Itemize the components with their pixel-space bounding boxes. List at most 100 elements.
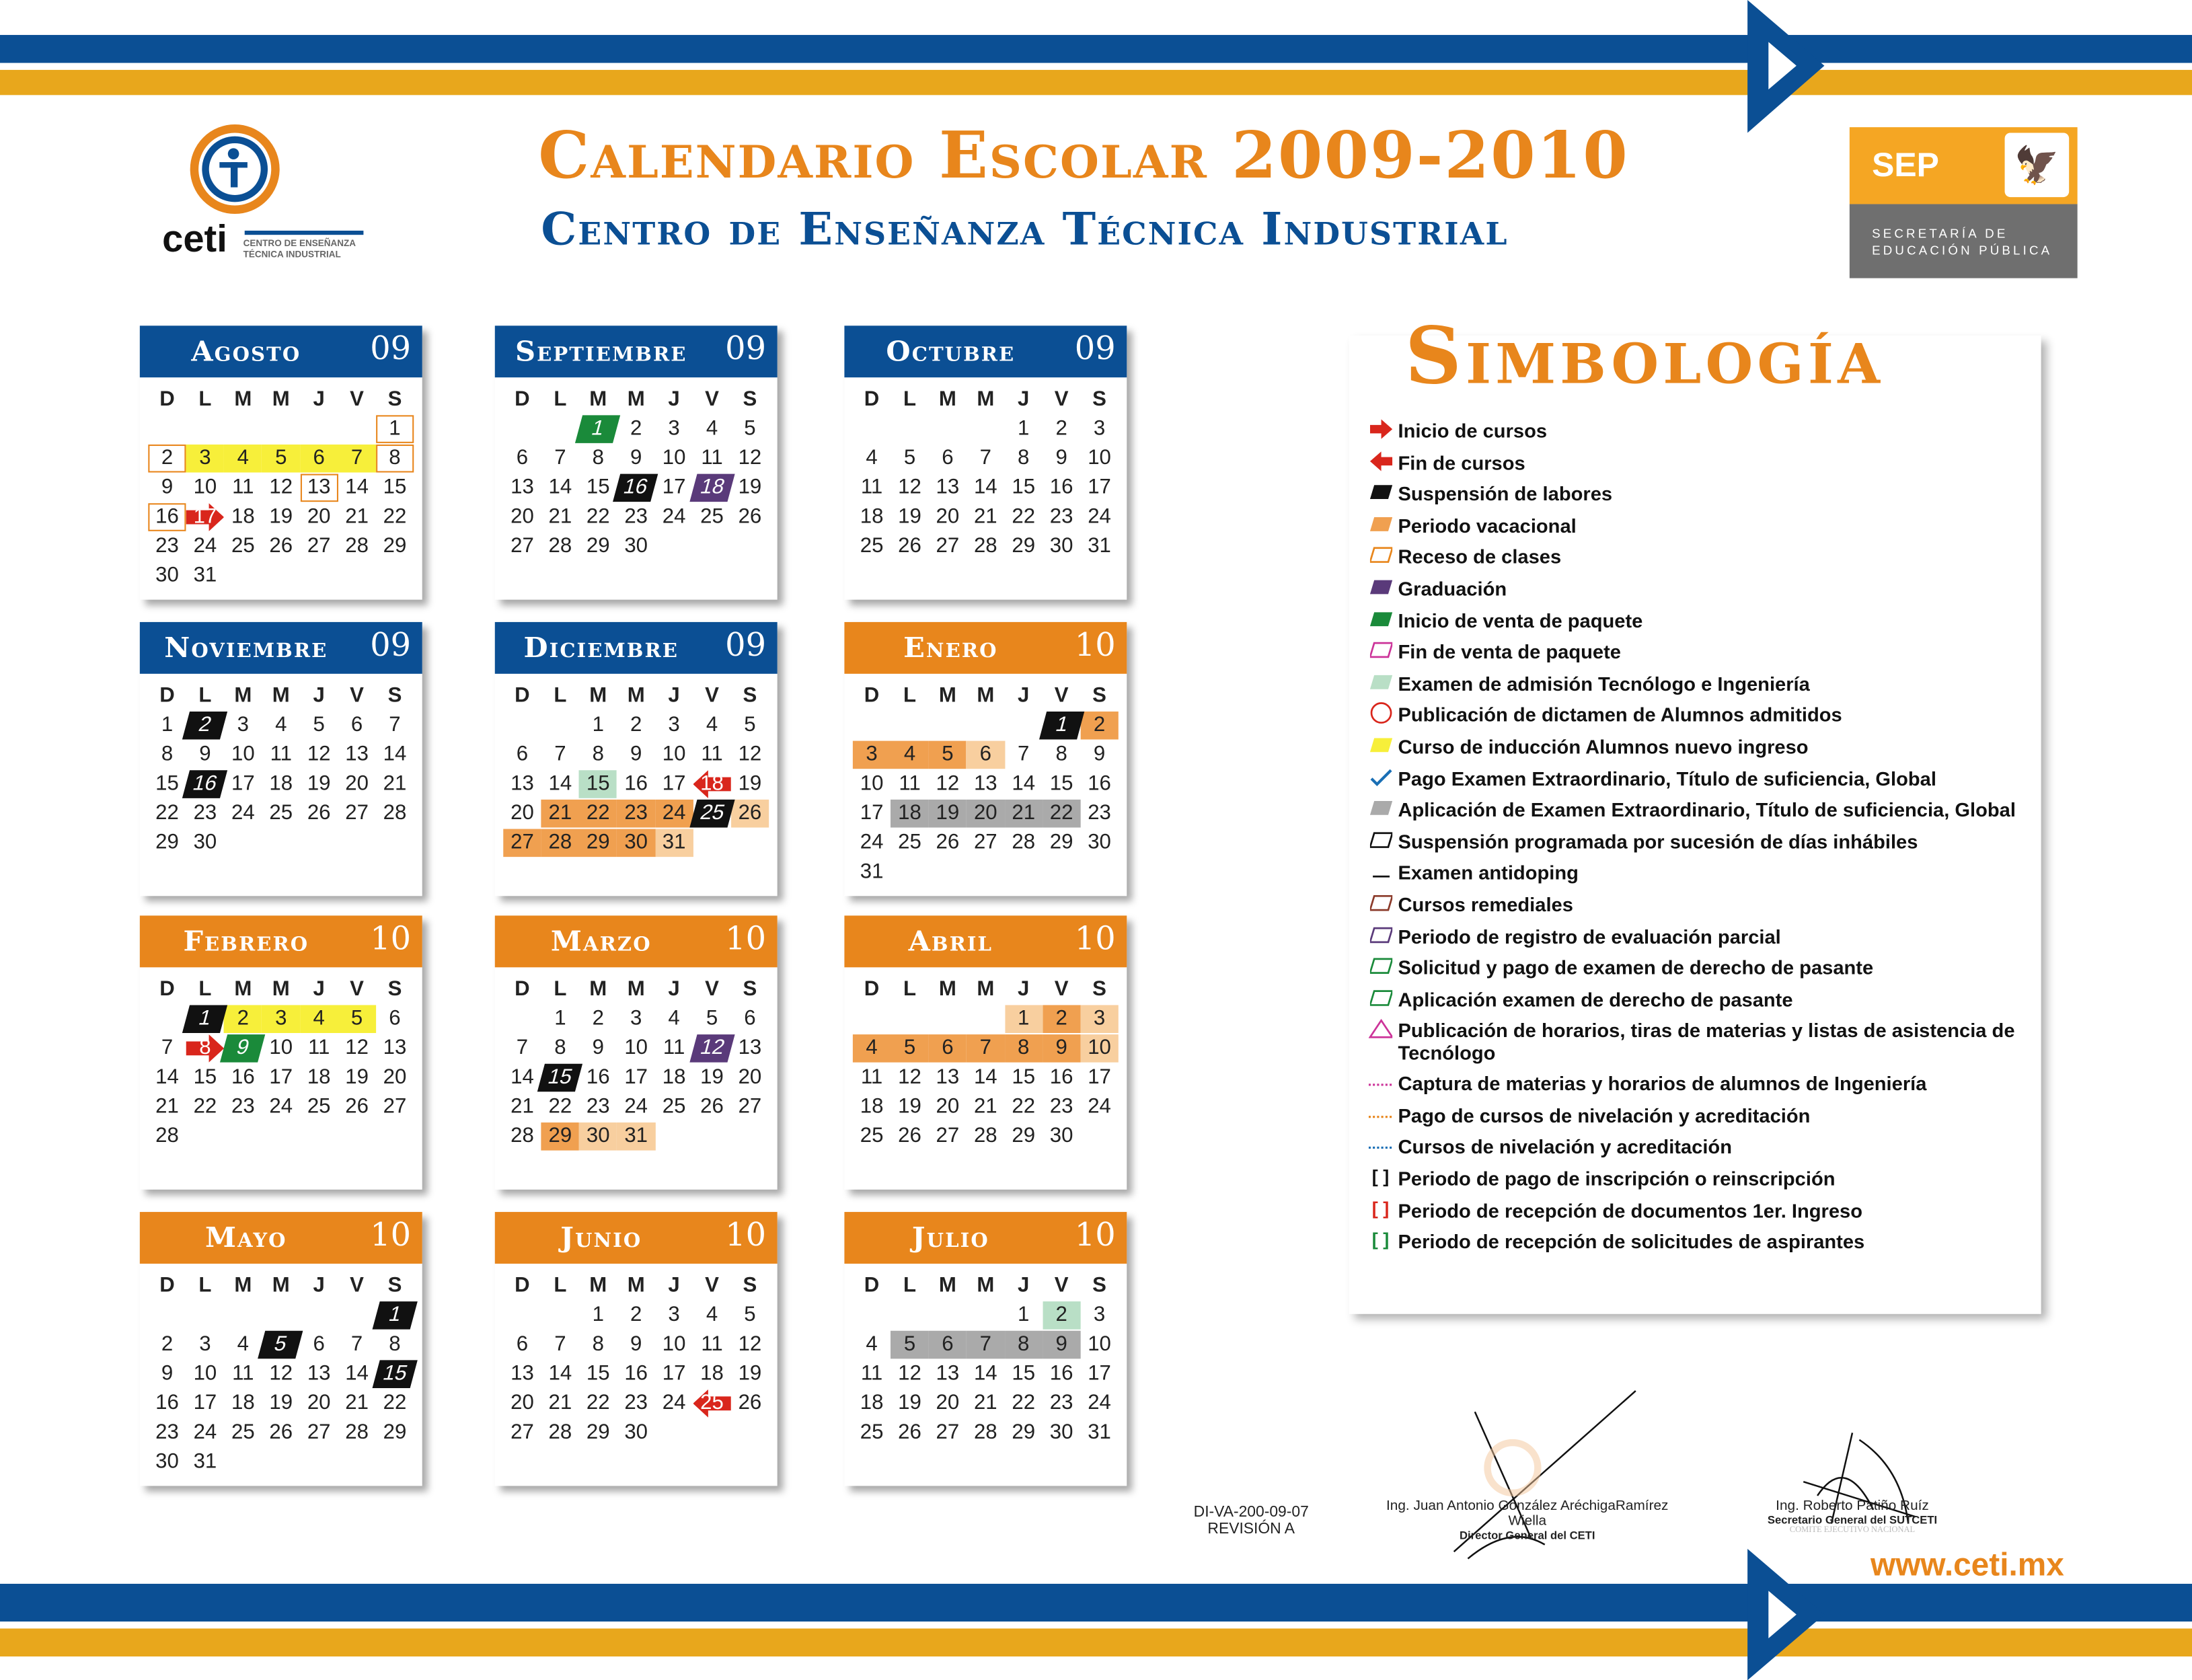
day-cell: 15 (1012, 1361, 1036, 1385)
weekday-header: V (705, 1273, 719, 1297)
day-cell: 2 (161, 1332, 174, 1357)
coat-of-arms-icon: 🦅 (2004, 132, 2070, 198)
legend-label: Cursos de nivelación y acreditación (1398, 1135, 1733, 1158)
day-cell: 26 (738, 1391, 762, 1415)
day-cell: 19 (269, 504, 293, 529)
day-grid: D L M M J V S 1 2 3 4 5 6 7 8 9 10 11 12 13 14 15 16 17 18 19 20 21… (844, 674, 1127, 886)
day-cell: 24 (662, 1391, 686, 1415)
day-cell: 9 (1055, 446, 1067, 470)
month-year: 09 (370, 627, 412, 664)
weekday-header: D (864, 387, 880, 412)
weekday-header: L (903, 1273, 917, 1297)
day-cell: 23 (624, 1391, 648, 1415)
legend-item: Captura de materias y horarios de alumno… (1368, 1072, 2041, 1104)
day-cell: 8 (1018, 446, 1030, 470)
day-cell: 3 (1080, 1005, 1119, 1034)
day-cell: 4 (852, 1034, 891, 1063)
weekday-header: L (554, 1273, 567, 1297)
day-cell: 1 (575, 415, 621, 443)
legend-item: Fin de cursos (1369, 451, 2041, 483)
day-cell: 8 (186, 1034, 225, 1063)
day-cell: 25 (700, 504, 724, 529)
signatory-2-stamp: COMITE EJECUTIVO NACIONAL (1789, 1526, 1916, 1535)
month-header: Enero 10 (844, 621, 1127, 674)
legend-fill-icon (1369, 609, 1392, 628)
day-cell: 27 (383, 1094, 407, 1118)
legend-label: Pago de cursos de nivelación y acreditac… (1398, 1104, 1811, 1127)
legend-label: Captura de materias y horarios de alumno… (1398, 1072, 1927, 1096)
website-link[interactable]: www.ceti.mx (1870, 1546, 2064, 1584)
month-year: 10 (725, 921, 767, 958)
day-cell: 8 (592, 446, 604, 470)
empty-cell (186, 1301, 224, 1330)
day-cell: 24 (1088, 504, 1111, 529)
page-title: Calendario Escolar 2009-2010 (538, 117, 1629, 193)
weekday-header: S (387, 1273, 402, 1297)
month-header: Junio 10 (494, 1212, 778, 1264)
day-cell: 18 (231, 1391, 255, 1415)
legend-label: Inicio de venta de paquete (1398, 609, 1643, 632)
day-cell: 17 (624, 1065, 648, 1090)
day-cell: 21 (548, 1391, 572, 1415)
weekday-header: J (313, 977, 325, 1001)
day-cell: 20 (307, 504, 331, 529)
day-cell: 18 (307, 1065, 331, 1090)
day-cell: 10 (662, 742, 686, 767)
weekday-header: M (977, 387, 995, 412)
day-cell: 2 (1080, 711, 1119, 740)
day-cell: 18 (860, 1391, 884, 1415)
legend-dots-icon (1368, 1073, 1393, 1092)
legend-circle-icon (1369, 702, 1392, 724)
day-cell: 16 (624, 1361, 648, 1385)
weekday-header: S (1092, 387, 1106, 412)
day-cell: 13 (936, 475, 960, 500)
day-cell: 23 (155, 1420, 179, 1445)
weekday-header: M (234, 977, 252, 1001)
day-cell: 30 (624, 533, 648, 558)
day-cell: 15 (155, 771, 179, 796)
legend-label: Publicación de horarios, tiras de materi… (1398, 1019, 2015, 1065)
day-cell: 27 (936, 533, 960, 558)
day-cell: 26 (700, 1094, 724, 1118)
day-cell: 27 (511, 1420, 534, 1445)
day-cell: 31 (1088, 533, 1111, 558)
day-cell: 1 (182, 1005, 228, 1034)
day-cell: 11 (899, 771, 921, 796)
weekday-header: M (627, 387, 645, 412)
month-year: 09 (370, 331, 412, 368)
day-cell: 7 (554, 742, 566, 767)
month-enero: Enero 10 D L M M J V S 1 2 3 4 5 6 7 8 9 10 11 12 13 14 15 16 17 1… (844, 621, 1127, 896)
day-cell: 1 (161, 713, 174, 737)
day-cell: 22 (383, 504, 407, 529)
calendar-page: ceti CENTRO DE ENSEÑANZA TÉCNICA INDUSTR… (0, 0, 2192, 1680)
day-cell: 16 (624, 771, 648, 796)
day-cell: 14 (1012, 771, 1036, 796)
day-cell: 28 (383, 800, 407, 825)
top-blue-band (0, 34, 2192, 63)
empty-cell (541, 712, 579, 740)
day-cell: 28 (345, 1420, 369, 1445)
legend-item: Examen antidoping (1369, 862, 2041, 893)
day-cell: 13 (936, 1361, 960, 1385)
legend-fill-icon (1369, 735, 1392, 755)
empty-cell (541, 415, 579, 443)
month-year: 10 (1074, 627, 1116, 664)
legend-line-icon (1369, 862, 1392, 881)
day-cell: 9 (161, 1361, 174, 1385)
month-header: Diciembre 09 (494, 621, 778, 674)
day-cell: 11 (307, 1036, 330, 1060)
day-cell: 4 (706, 1303, 718, 1327)
legend-label: Graduación (1398, 577, 1507, 600)
legend-item: Pago Examen Extraordinario, Título de su… (1369, 767, 2041, 798)
empty-cell (148, 415, 186, 443)
legend-fill-icon (1369, 577, 1392, 597)
month-name: Julio (911, 1220, 989, 1254)
month-year: 10 (1074, 921, 1116, 958)
weekday-header: D (159, 683, 175, 708)
day-cell: 12 (269, 475, 293, 500)
month-name: Abril (908, 923, 993, 958)
day-cell: 31 (654, 829, 693, 857)
day-cell: 28 (541, 829, 580, 857)
day-cell: 7 (516, 1036, 529, 1060)
legend-label: Curso de inducción Alumnos nuevo ingreso (1398, 735, 1809, 758)
